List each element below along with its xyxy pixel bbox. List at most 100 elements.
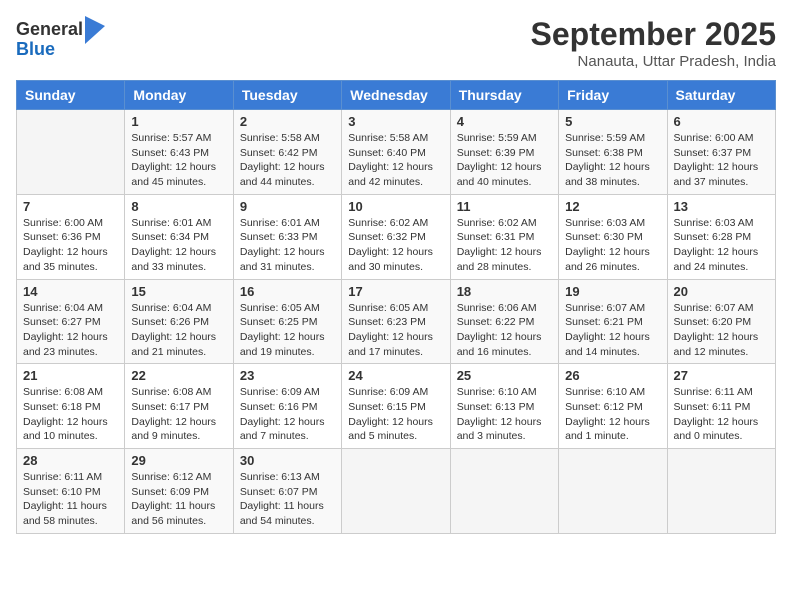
title-area: September 2025 Nanauta, Uttar Pradesh, I…: [531, 16, 776, 70]
day-number: 15: [131, 284, 226, 299]
day-number: 7: [23, 199, 118, 214]
day-info: Sunrise: 5:57 AM Sunset: 6:43 PM Dayligh…: [131, 131, 226, 190]
subtitle: Nanauta, Uttar Pradesh, India: [531, 53, 776, 70]
day-info: Sunrise: 6:01 AM Sunset: 6:34 PM Dayligh…: [131, 216, 226, 275]
day-number: 27: [674, 368, 769, 383]
calendar-cell: 13 Sunrise: 6:03 AM Sunset: 6:28 PM Dayli…: [667, 194, 775, 279]
calendar-cell: 9 Sunrise: 6:01 AM Sunset: 6:33 PM Daylig…: [233, 194, 341, 279]
day-info: Sunrise: 6:07 AM Sunset: 6:21 PM Dayligh…: [565, 301, 660, 360]
logo-icon: [85, 16, 105, 44]
day-info: Sunrise: 6:10 AM Sunset: 6:13 PM Dayligh…: [457, 385, 552, 444]
calendar-cell: 10 Sunrise: 6:02 AM Sunset: 6:32 PM Dayli…: [342, 194, 450, 279]
calendar-cell: 11 Sunrise: 6:02 AM Sunset: 6:31 PM Dayli…: [450, 194, 558, 279]
day-number: 9: [240, 199, 335, 214]
day-info: Sunrise: 6:07 AM Sunset: 6:20 PM Dayligh…: [674, 301, 769, 360]
calendar-cell: [342, 449, 450, 534]
calendar-cell: 5 Sunrise: 5:59 AM Sunset: 6:38 PM Daylig…: [559, 110, 667, 195]
day-info: Sunrise: 5:58 AM Sunset: 6:40 PM Dayligh…: [348, 131, 443, 190]
day-number: 21: [23, 368, 118, 383]
weekday-monday: Monday: [125, 81, 233, 110]
day-number: 4: [457, 114, 552, 129]
calendar-cell: 12Sunrise: 6:03 AM Sunset: 6:30 PM Dayli…: [559, 194, 667, 279]
calendar-cell: [450, 449, 558, 534]
calendar-cell: 4 Sunrise: 5:59 AM Sunset: 6:39 PM Daylig…: [450, 110, 558, 195]
day-info: Sunrise: 6:02 AM Sunset: 6:32 PM Dayligh…: [348, 216, 443, 275]
day-number: 3: [348, 114, 443, 129]
calendar-cell: 19Sunrise: 6:07 AM Sunset: 6:21 PM Dayli…: [559, 279, 667, 364]
week-row-4: 21 Sunrise: 6:08 AM Sunset: 6:18 PM Dayli…: [17, 364, 776, 449]
weekday-sunday: Sunday: [17, 81, 125, 110]
calendar: SundayMondayTuesdayWednesdayThursdayFrid…: [16, 80, 776, 534]
day-info: Sunrise: 6:08 AM Sunset: 6:17 PM Dayligh…: [131, 385, 226, 444]
calendar-cell: 6 Sunrise: 6:00 AM Sunset: 6:37 PM Daylig…: [667, 110, 775, 195]
month-title: September 2025: [531, 16, 776, 53]
calendar-cell: 7Sunrise: 6:00 AM Sunset: 6:36 PM Daylig…: [17, 194, 125, 279]
calendar-cell: 28 Sunrise: 6:11 AM Sunset: 6:10 PM Dayli…: [17, 449, 125, 534]
week-row-2: 7Sunrise: 6:00 AM Sunset: 6:36 PM Daylig…: [17, 194, 776, 279]
calendar-cell: 21 Sunrise: 6:08 AM Sunset: 6:18 PM Dayli…: [17, 364, 125, 449]
calendar-cell: 8 Sunrise: 6:01 AM Sunset: 6:34 PM Daylig…: [125, 194, 233, 279]
calendar-cell: 27 Sunrise: 6:11 AM Sunset: 6:11 PM Dayli…: [667, 364, 775, 449]
day-info: Sunrise: 6:06 AM Sunset: 6:22 PM Dayligh…: [457, 301, 552, 360]
day-number: 20: [674, 284, 769, 299]
header: General Blue September 2025 Nanauta, Utt…: [16, 16, 776, 70]
day-info: Sunrise: 6:04 AM Sunset: 6:26 PM Dayligh…: [131, 301, 226, 360]
day-info: Sunrise: 6:05 AM Sunset: 6:23 PM Dayligh…: [348, 301, 443, 360]
day-number: 24: [348, 368, 443, 383]
day-number: 11: [457, 199, 552, 214]
day-info: Sunrise: 6:03 AM Sunset: 6:28 PM Dayligh…: [674, 216, 769, 275]
calendar-cell: 18 Sunrise: 6:06 AM Sunset: 6:22 PM Dayli…: [450, 279, 558, 364]
calendar-cell: 26 Sunrise: 6:10 AM Sunset: 6:12 PM Dayli…: [559, 364, 667, 449]
day-number: 10: [348, 199, 443, 214]
day-number: 1: [131, 114, 226, 129]
week-row-3: 14 Sunrise: 6:04 AM Sunset: 6:27 PM Dayli…: [17, 279, 776, 364]
day-number: 18: [457, 284, 552, 299]
calendar-cell: 2 Sunrise: 5:58 AM Sunset: 6:42 PM Daylig…: [233, 110, 341, 195]
day-info: Sunrise: 6:10 AM Sunset: 6:12 PM Dayligh…: [565, 385, 660, 444]
calendar-cell: [667, 449, 775, 534]
day-number: 2: [240, 114, 335, 129]
day-number: 8: [131, 199, 226, 214]
calendar-cell: 29Sunrise: 6:12 AM Sunset: 6:09 PM Dayli…: [125, 449, 233, 534]
weekday-thursday: Thursday: [450, 81, 558, 110]
day-number: 23: [240, 368, 335, 383]
day-info: Sunrise: 6:04 AM Sunset: 6:27 PM Dayligh…: [23, 301, 118, 360]
calendar-cell: 22 Sunrise: 6:08 AM Sunset: 6:17 PM Dayli…: [125, 364, 233, 449]
calendar-cell: 1 Sunrise: 5:57 AM Sunset: 6:43 PM Daylig…: [125, 110, 233, 195]
day-number: 22: [131, 368, 226, 383]
calendar-cell: 23 Sunrise: 6:09 AM Sunset: 6:16 PM Dayli…: [233, 364, 341, 449]
day-number: 6: [674, 114, 769, 129]
day-number: 5: [565, 114, 660, 129]
day-info: Sunrise: 6:02 AM Sunset: 6:31 PM Dayligh…: [457, 216, 552, 275]
day-number: 16: [240, 284, 335, 299]
day-info: Sunrise: 5:59 AM Sunset: 6:39 PM Dayligh…: [457, 131, 552, 190]
day-info: Sunrise: 6:09 AM Sunset: 6:16 PM Dayligh…: [240, 385, 335, 444]
week-row-5: 28 Sunrise: 6:11 AM Sunset: 6:10 PM Dayli…: [17, 449, 776, 534]
calendar-cell: [559, 449, 667, 534]
day-info: Sunrise: 6:12 AM Sunset: 6:09 PM Dayligh…: [131, 470, 226, 529]
day-info: Sunrise: 6:11 AM Sunset: 6:10 PM Dayligh…: [23, 470, 118, 529]
day-info: Sunrise: 6:11 AM Sunset: 6:11 PM Dayligh…: [674, 385, 769, 444]
calendar-cell: 15 Sunrise: 6:04 AM Sunset: 6:26 PM Dayli…: [125, 279, 233, 364]
day-number: 14: [23, 284, 118, 299]
day-number: 12: [565, 199, 660, 214]
calendar-cell: 25 Sunrise: 6:10 AM Sunset: 6:13 PM Dayli…: [450, 364, 558, 449]
day-number: 28: [23, 453, 118, 468]
day-info: Sunrise: 6:01 AM Sunset: 6:33 PM Dayligh…: [240, 216, 335, 275]
day-info: Sunrise: 6:08 AM Sunset: 6:18 PM Dayligh…: [23, 385, 118, 444]
calendar-cell: 30Sunrise: 6:13 AM Sunset: 6:07 PM Dayli…: [233, 449, 341, 534]
day-info: Sunrise: 5:59 AM Sunset: 6:38 PM Dayligh…: [565, 131, 660, 190]
day-info: Sunrise: 6:00 AM Sunset: 6:37 PM Dayligh…: [674, 131, 769, 190]
weekday-tuesday: Tuesday: [233, 81, 341, 110]
calendar-cell: 3 Sunrise: 5:58 AM Sunset: 6:40 PM Daylig…: [342, 110, 450, 195]
day-number: 30: [240, 453, 335, 468]
weekday-wednesday: Wednesday: [342, 81, 450, 110]
logo: General Blue: [16, 16, 105, 60]
day-number: 25: [457, 368, 552, 383]
day-number: 26: [565, 368, 660, 383]
logo-text-general: General: [16, 20, 83, 40]
calendar-cell: 24Sunrise: 6:09 AM Sunset: 6:15 PM Dayli…: [342, 364, 450, 449]
day-info: Sunrise: 6:05 AM Sunset: 6:25 PM Dayligh…: [240, 301, 335, 360]
day-number: 13: [674, 199, 769, 214]
day-info: Sunrise: 5:58 AM Sunset: 6:42 PM Dayligh…: [240, 131, 335, 190]
